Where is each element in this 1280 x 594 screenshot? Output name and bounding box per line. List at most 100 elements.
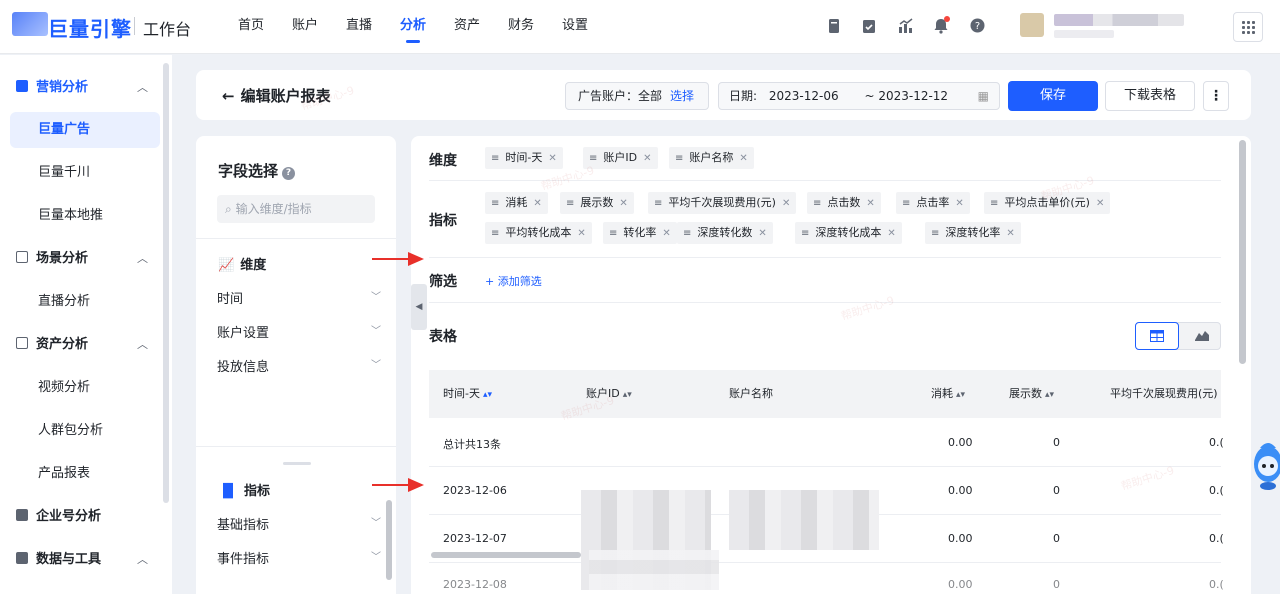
- sidebar-item-video[interactable]: 视频分析: [38, 377, 90, 399]
- field-group-basic-metrics[interactable]: 基础指标 ﹀: [217, 514, 381, 533]
- assistant-robot-icon[interactable]: [1246, 436, 1280, 492]
- close-icon[interactable]: ✕: [1096, 198, 1104, 209]
- back-button[interactable]: ← 编辑账户报表: [222, 85, 331, 106]
- close-icon[interactable]: ✕: [758, 228, 766, 239]
- close-icon[interactable]: ✕: [662, 228, 670, 239]
- drag-handle-icon[interactable]: ≡: [931, 228, 939, 239]
- book-icon[interactable]: [828, 18, 842, 34]
- sort-icon[interactable]: ▴▾: [1045, 390, 1054, 400]
- sidebar-group-scene[interactable]: 场景分析 ︿: [16, 248, 156, 270]
- dimension-tag[interactable]: ≡ 账户名称 ✕: [669, 147, 754, 169]
- drag-handle-icon[interactable]: ≡: [813, 198, 821, 209]
- close-icon[interactable]: ✕: [1006, 228, 1014, 239]
- account-selector[interactable]: 广告账户：全部 选择: [565, 82, 709, 110]
- chart-view-icon[interactable]: [1180, 322, 1224, 350]
- metric-tag[interactable]: ≡ 平均转化成本 ✕: [485, 222, 592, 244]
- drag-handle-icon[interactable]: ≡: [491, 228, 499, 239]
- drag-handle-icon[interactable]: ≡: [589, 153, 597, 164]
- close-icon[interactable]: ✕: [866, 198, 874, 209]
- close-icon[interactable]: ✕: [955, 198, 963, 209]
- clipboard-icon[interactable]: [862, 18, 876, 34]
- sidebar-scrollbar[interactable]: [163, 63, 169, 503]
- metric-tag[interactable]: ≡ 平均千次展现费用(元) ✕: [648, 192, 797, 214]
- field-group-account-settings[interactable]: 账户设置 ﹀: [217, 322, 381, 341]
- sidebar-group-enterprise[interactable]: 企业号分析: [16, 506, 156, 528]
- drag-handle-icon[interactable]: ≡: [801, 228, 809, 239]
- sidebar-item-live-analysis[interactable]: 直播分析: [38, 291, 90, 313]
- close-icon[interactable]: ✕: [887, 228, 895, 239]
- account-select-link[interactable]: 选择: [670, 89, 694, 103]
- close-icon[interactable]: ✕: [548, 153, 556, 164]
- field-panel-scrollbar[interactable]: [386, 500, 392, 580]
- field-group-event-metrics[interactable]: 事件指标 ﹀: [217, 548, 381, 567]
- avatar[interactable]: [1020, 13, 1044, 37]
- table-view-icon[interactable]: [1135, 322, 1179, 350]
- drag-handle-icon[interactable]: ≡: [491, 153, 499, 164]
- grid-icon[interactable]: [1233, 12, 1263, 42]
- table-horizontal-scrollbar[interactable]: [431, 552, 581, 558]
- close-icon[interactable]: ✕: [619, 198, 627, 209]
- column-header-cpm[interactable]: 平均千次展现费用(元): [1110, 370, 1218, 418]
- sort-icon[interactable]: ▴▾: [956, 390, 965, 400]
- user-name-blurred[interactable]: [1054, 14, 1184, 26]
- drag-handle-icon[interactable]: ≡: [566, 198, 574, 209]
- logo-text[interactable]: 巨量引擎: [48, 13, 132, 42]
- sidebar-group-assets[interactable]: 资产分析 ︿: [16, 334, 156, 356]
- date-end[interactable]: ~ 2023-12-12: [864, 89, 948, 103]
- nav-finance[interactable]: 财务: [494, 0, 548, 54]
- help-icon[interactable]: ?: [282, 167, 296, 180]
- sidebar-item-local[interactable]: 巨量本地推: [38, 205, 103, 227]
- sidebar-item-audience[interactable]: 人群包分析: [38, 420, 103, 442]
- metric-tag[interactable]: ≡ 深度转化成本 ✕: [795, 222, 902, 244]
- field-group-time[interactable]: 时间 ﹀: [217, 288, 381, 307]
- date-range-picker[interactable]: 日期: 2023-12-06 ~ 2023-12-12 ▦: [718, 82, 1000, 110]
- column-header-cost[interactable]: 消耗 ▴▾: [931, 370, 965, 418]
- metric-tag[interactable]: ≡ 展示数 ✕: [560, 192, 634, 214]
- nav-live[interactable]: 直播: [332, 0, 386, 54]
- column-header-impressions[interactable]: 展示数 ▴▾: [1009, 370, 1054, 418]
- metric-tag[interactable]: ≡ 深度转化率 ✕: [925, 222, 1021, 244]
- sidebar-item-qianchuan[interactable]: 巨量千川: [38, 162, 90, 184]
- drag-handle-icon[interactable]: ≡: [683, 228, 691, 239]
- metric-tag[interactable]: ≡ 消耗 ✕: [485, 192, 548, 214]
- sidebar-group-marketing[interactable]: 营销分析 ︿: [16, 77, 156, 99]
- close-icon[interactable]: ✕: [577, 228, 585, 239]
- metric-tag[interactable]: ≡ 点击率 ✕: [896, 192, 970, 214]
- field-group-delivery[interactable]: 投放信息 ﹀: [217, 356, 381, 375]
- field-search-input[interactable]: [235, 202, 356, 216]
- dimension-tag[interactable]: ≡ 时间-天 ✕: [485, 147, 563, 169]
- column-header-account-id[interactable]: 账户ID ▴▾: [586, 370, 632, 418]
- resize-handle[interactable]: [283, 462, 311, 465]
- nav-home[interactable]: 首页: [224, 0, 278, 54]
- drag-handle-icon[interactable]: ≡: [491, 198, 499, 209]
- metric-tag[interactable]: ≡ 转化率 ✕: [603, 222, 677, 244]
- sidebar-item-product[interactable]: 产品报表: [38, 463, 90, 485]
- drag-handle-icon[interactable]: ≡: [675, 153, 683, 164]
- nav-assets[interactable]: 资产: [440, 0, 494, 54]
- drag-handle-icon[interactable]: ≡: [902, 198, 910, 209]
- metric-tag[interactable]: ≡ 深度转化数 ✕: [677, 222, 773, 244]
- add-filter-button[interactable]: + 添加筛选: [485, 273, 542, 289]
- nav-analysis[interactable]: 分析: [386, 0, 440, 54]
- more-options-button[interactable]: ⋮: [1203, 81, 1229, 111]
- bell-icon[interactable]: [934, 16, 950, 34]
- nav-settings[interactable]: 设置: [548, 0, 602, 54]
- sidebar-item-juliang-ads[interactable]: 巨量广告: [38, 119, 90, 141]
- collapse-panel-button[interactable]: ◀: [411, 284, 427, 330]
- date-start[interactable]: 2023-12-06: [769, 89, 839, 103]
- close-icon[interactable]: ✕: [739, 153, 747, 164]
- metric-tag[interactable]: ≡ 平均点击单价(元) ✕: [984, 192, 1111, 214]
- metric-tag[interactable]: ≡ 点击数 ✕: [807, 192, 881, 214]
- column-header-date[interactable]: 时间-天 ▴▾: [443, 370, 492, 418]
- download-table-button[interactable]: 下载表格: [1105, 81, 1195, 111]
- nav-account[interactable]: 账户: [278, 0, 332, 54]
- config-panel-scrollbar[interactable]: [1239, 140, 1246, 364]
- drag-handle-icon[interactable]: ≡: [990, 198, 998, 209]
- drag-handle-icon[interactable]: ≡: [654, 198, 662, 209]
- save-button[interactable]: 保存: [1008, 81, 1098, 111]
- field-search[interactable]: ⌕: [217, 195, 375, 223]
- close-icon[interactable]: ✕: [643, 153, 651, 164]
- chart-up-icon[interactable]: [898, 18, 913, 34]
- close-icon[interactable]: ✕: [782, 198, 790, 209]
- drag-handle-icon[interactable]: ≡: [609, 228, 617, 239]
